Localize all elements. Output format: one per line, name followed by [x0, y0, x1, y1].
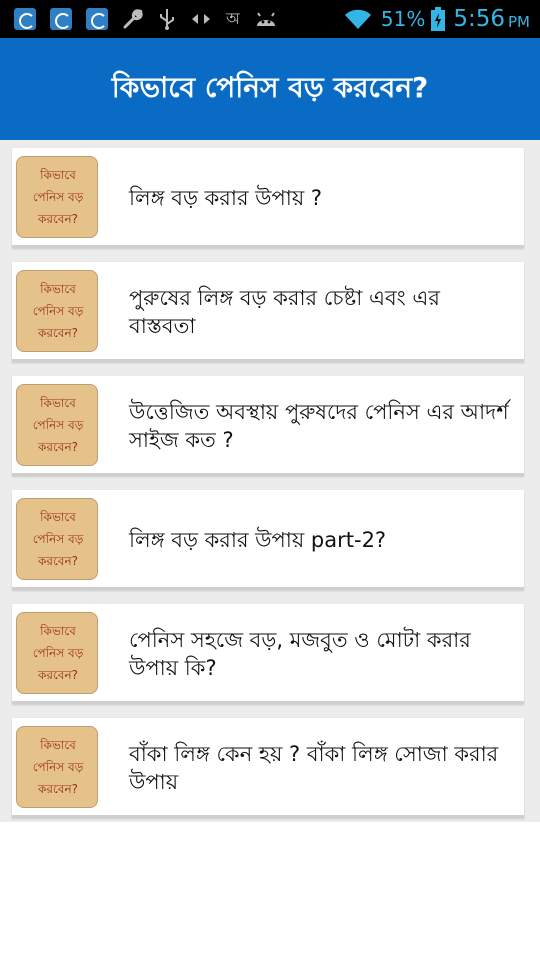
thumbnail-line-1: কিভাবে	[39, 396, 76, 410]
thumbnail-image: কিভাবে পেনিস বড় করবেন?	[16, 612, 98, 694]
list-item[interactable]: কিভাবে পেনিস বড় করবেন? লিঙ্গ বড় করার উ…	[12, 148, 524, 248]
article-title: লিঙ্গ বড় করার উপায় ?	[129, 186, 323, 210]
app-title: কিভাবে পেনিস বড় করবেন?	[111, 70, 429, 104]
thumbnail-image: কিভাবে পেনিস বড় করবেন?	[16, 270, 98, 352]
thumbnail-line-3: করবেন?	[37, 440, 78, 454]
thumbnail-line-2: পেনিস বড়	[33, 760, 84, 774]
battery-icon	[431, 7, 446, 31]
thumbnail-image: কিভাবে পেনিস বড় করবেন?	[16, 156, 98, 238]
clock-ampm: PM	[508, 13, 530, 31]
bengali-char-icon: অ	[226, 8, 240, 28]
thumbnail-line-2: পেনিস বড়	[33, 304, 84, 318]
usb-icon	[158, 7, 176, 31]
list-item[interactable]: কিভাবে পেনিস বড় করবেন? পুরুষের লিঙ্গ বড…	[12, 262, 524, 362]
thumbnail-line-1: কিভাবে	[39, 510, 76, 524]
android-icon	[254, 10, 278, 28]
thumbnail-line-2: পেনিস বড়	[33, 646, 84, 660]
article-title: পুরুষের লিঙ্গ বড় করার চেষ্টা এবং এর বাস…	[129, 286, 440, 338]
arrows-icon	[190, 12, 212, 26]
list-item[interactable]: কিভাবে পেনিস বড় করবেন? বাঁকা লিঙ্গ কেন …	[12, 718, 524, 818]
article-list[interactable]: কিভাবে পেনিস বড় করবেন? লিঙ্গ বড় করার উ…	[0, 140, 540, 822]
thumbnail-line-2: পেনিস বড়	[33, 418, 84, 432]
article-title: উত্তেজিত অবস্থায় পুরুষদের পেনিস এর আদর্…	[129, 400, 509, 452]
system-status: 51% 5:56 PM	[343, 0, 530, 38]
clock-time: 5:56	[453, 6, 505, 32]
wifi-icon	[343, 7, 373, 31]
thumbnail-image: কিভাবে পেনিস বড় করবেন?	[16, 384, 98, 466]
wrench-icon	[122, 8, 144, 30]
thumbnail-image: কিভাবে পেনিস বড় করবেন?	[16, 726, 98, 808]
thumbnail-line-2: পেনিস বড়	[33, 190, 84, 204]
sync-icon	[14, 8, 36, 30]
article-title: লিঙ্গ বড় করার উপায় part-2?	[129, 528, 387, 552]
thumbnail-line-3: করবেন?	[37, 326, 78, 340]
thumbnail-line-2: পেনিস বড়	[33, 532, 84, 546]
status-bar: অ 51% 5:56 PM	[0, 0, 540, 38]
list-item[interactable]: কিভাবে পেনিস বড় করবেন? উত্তেজিত অবস্থায…	[12, 376, 524, 476]
thumbnail-line-3: করবেন?	[37, 554, 78, 568]
thumbnail-line-1: কিভাবে	[39, 282, 76, 296]
article-title: পেনিস সহজে বড়, মজবুত ও মোটা করার উপায় …	[129, 628, 471, 680]
app-bar: কিভাবে পেনিস বড় করবেন?	[0, 38, 540, 140]
thumbnail-line-1: কিভাবে	[39, 624, 76, 638]
thumbnail-line-3: করবেন?	[37, 668, 78, 682]
article-title: বাঁকা লিঙ্গ কেন হয় ? বাঁকা লিঙ্গ সোজা ক…	[129, 742, 499, 794]
thumbnail-line-3: করবেন?	[37, 212, 78, 226]
list-item[interactable]: কিভাবে পেনিস বড় করবেন? লিঙ্গ বড় করার উ…	[12, 490, 524, 590]
notification-icons: অ	[14, 6, 292, 32]
sync-icon	[86, 8, 108, 30]
list-item[interactable]: কিভাবে পেনিস বড় করবেন? পেনিস সহজে বড়, …	[12, 604, 524, 704]
thumbnail-line-1: কিভাবে	[39, 168, 76, 182]
thumbnail-line-3: করবেন?	[37, 782, 78, 796]
thumbnail-image: কিভাবে পেনিস বড় করবেন?	[16, 498, 98, 580]
thumbnail-line-1: কিভাবে	[39, 738, 76, 752]
battery-percent: 51%	[380, 7, 426, 31]
sync-icon	[50, 8, 72, 30]
